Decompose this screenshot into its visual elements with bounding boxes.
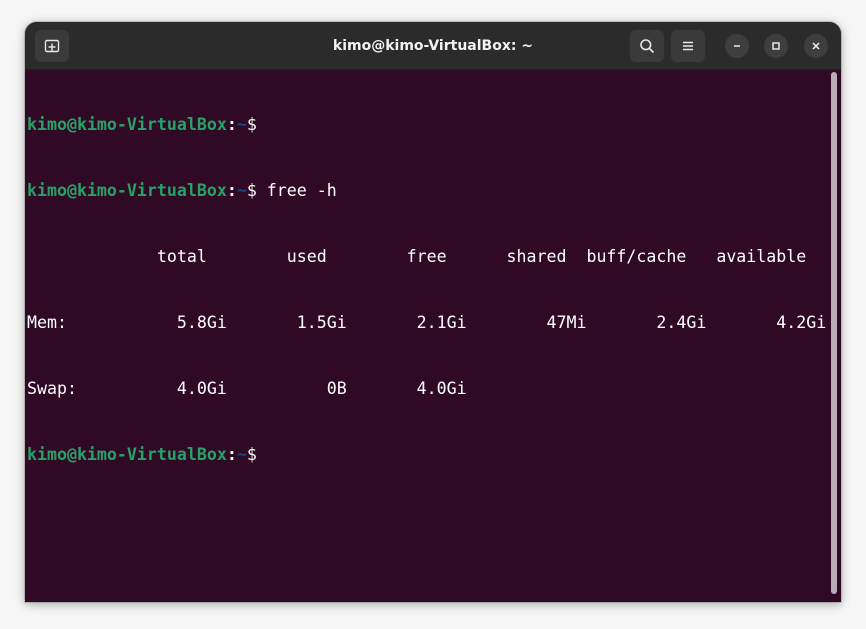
output-header-row: total used free shared buff/cache availa…: [27, 247, 807, 266]
scrollbar[interactable]: [831, 72, 837, 594]
prompt-user: kimo@kimo-VirtualBox: [27, 445, 227, 464]
output-swap-row: Swap: 4.0Gi 0B 4.0Gi: [27, 379, 467, 398]
search-button[interactable]: [630, 30, 664, 62]
prompt-path: ~: [236, 181, 247, 200]
output-mem-row: Mem: 5.8Gi 1.5Gi 2.1Gi 47Mi 2.4Gi 4.2Gi: [27, 313, 827, 332]
menu-button[interactable]: [671, 30, 705, 62]
prompt-path: ~: [236, 445, 247, 464]
terminal-cursor: [257, 445, 266, 463]
close-button[interactable]: [804, 34, 828, 58]
prompt-line: kimo@kimo-VirtualBox:~$: [27, 444, 826, 466]
command-line: kimo@kimo-VirtualBox:~$ free -h: [27, 180, 826, 202]
prompt-symbol: $: [246, 445, 257, 464]
prompt-user: kimo@kimo-VirtualBox: [27, 181, 227, 200]
prompt-line: kimo@kimo-VirtualBox:~$: [27, 114, 826, 136]
prompt-symbol: $: [246, 181, 257, 200]
window-title: kimo@kimo-VirtualBox: ~: [332, 38, 534, 54]
prompt-separator: :: [226, 115, 237, 134]
prompt-separator: :: [226, 445, 237, 464]
prompt-separator: :: [226, 181, 237, 200]
close-icon: [812, 42, 820, 50]
minimize-button[interactable]: [725, 34, 749, 58]
hamburger-menu-icon: [683, 41, 693, 51]
terminal-output: kimo@kimo-VirtualBox:~$ kimo@kimo-Virtua…: [27, 70, 826, 510]
maximize-button[interactable]: [764, 34, 788, 58]
title-bar[interactable]: kimo@kimo-VirtualBox: ~: [25, 22, 841, 70]
prompt-symbol: $: [246, 115, 257, 134]
maximize-icon: [772, 42, 780, 50]
minimize-icon: [734, 45, 740, 47]
terminal-area[interactable]: kimo@kimo-VirtualBox:~$ kimo@kimo-Virtua…: [25, 70, 841, 602]
search-icon: [640, 39, 654, 53]
prompt-path: ~: [236, 115, 247, 134]
command-text: free -h: [256, 181, 337, 200]
prompt-user: kimo@kimo-VirtualBox: [27, 115, 227, 134]
terminal-window: kimo@kimo-VirtualBox: ~ kimo@kimo-Virtua…: [25, 22, 841, 602]
